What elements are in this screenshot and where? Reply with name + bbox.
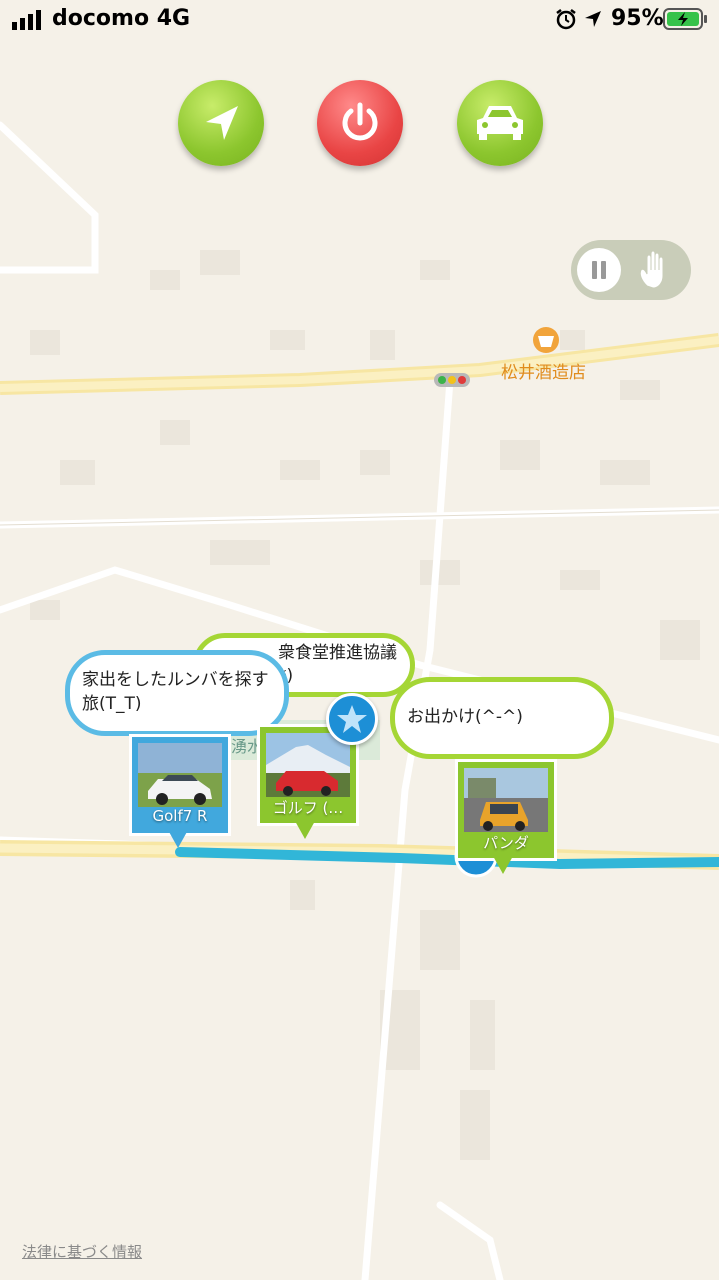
pin-pointer [168, 830, 188, 848]
photo-pin[interactable]: パンダ [455, 759, 557, 861]
tracking-toggle[interactable] [571, 240, 691, 300]
hand-icon [639, 250, 664, 289]
status-bar: docomo 4G 95% [0, 0, 719, 40]
power-icon [342, 102, 378, 141]
comment-bubble[interactable]: 家出をしたルンバを探す 旅(T_T) [65, 650, 289, 736]
bubble-text-line2: 旅(T_T) [82, 694, 142, 714]
signal-icon [12, 10, 41, 30]
pin-pointer [493, 856, 513, 874]
car-photo [266, 733, 350, 797]
alarm-icon [556, 9, 576, 30]
car-photo [138, 743, 222, 807]
navigation-arrow-icon [206, 106, 238, 140]
bubble-text-line1: 衆食堂推進協議 [278, 643, 397, 663]
car-icon [477, 106, 523, 140]
toggle-knob[interactable] [577, 248, 621, 292]
pin-label: パンダ [483, 834, 529, 852]
car-photo [464, 768, 548, 832]
car-button[interactable] [457, 80, 543, 166]
battery-percentage: 95% [611, 6, 664, 31]
photo-pin[interactable]: Golf7 R [129, 734, 231, 836]
pin-label: ゴルフ (… [272, 799, 344, 817]
poi-label-sake-brewery[interactable]: 松井酒造店 [501, 358, 586, 383]
location-arrow-icon [585, 11, 601, 27]
favorite-star-button[interactable] [326, 693, 378, 745]
pause-icon [592, 261, 606, 279]
pin-label: Golf7 R [152, 807, 208, 825]
navigate-button[interactable] [178, 80, 264, 166]
star-icon [337, 705, 367, 733]
pin-pointer [295, 821, 315, 839]
battery-charging-icon [663, 8, 707, 30]
power-button[interactable] [317, 80, 403, 166]
legal-info-link[interactable]: 法律に基づく情報 [22, 1241, 142, 1262]
bubble-text-line1: 家出をしたルンバを探す [82, 670, 269, 690]
bubble-text-line1: お出かけ(^-^) [407, 707, 523, 727]
carrier-label: docomo 4G [52, 6, 191, 31]
comment-bubble[interactable]: お出かけ(^-^) [390, 677, 614, 759]
